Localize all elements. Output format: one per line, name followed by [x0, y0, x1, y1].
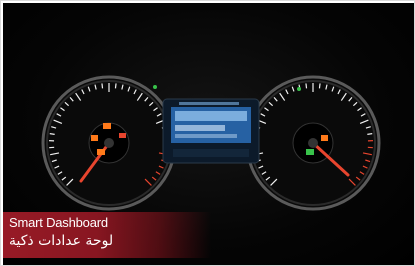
gauge-tick: [305, 83, 308, 89]
dashboard-photo: Smart Dashboard لوحة عدادات ذكية: [3, 3, 414, 265]
gauge-tick: [367, 133, 373, 135]
tachometer-gauge: [41, 75, 177, 211]
image-frame: Smart Dashboard لوحة عدادات ذكية: [0, 0, 415, 266]
speedometer-gauge: [245, 75, 381, 211]
gauge-tick: [318, 83, 321, 89]
gauge-tick: [114, 83, 117, 89]
caption-title-en: Smart Dashboard: [9, 215, 108, 230]
gauge-tick: [49, 133, 55, 135]
gauge-tick: [101, 83, 104, 89]
caption-title-ar: لوحة عدادات ذكية: [9, 233, 114, 249]
